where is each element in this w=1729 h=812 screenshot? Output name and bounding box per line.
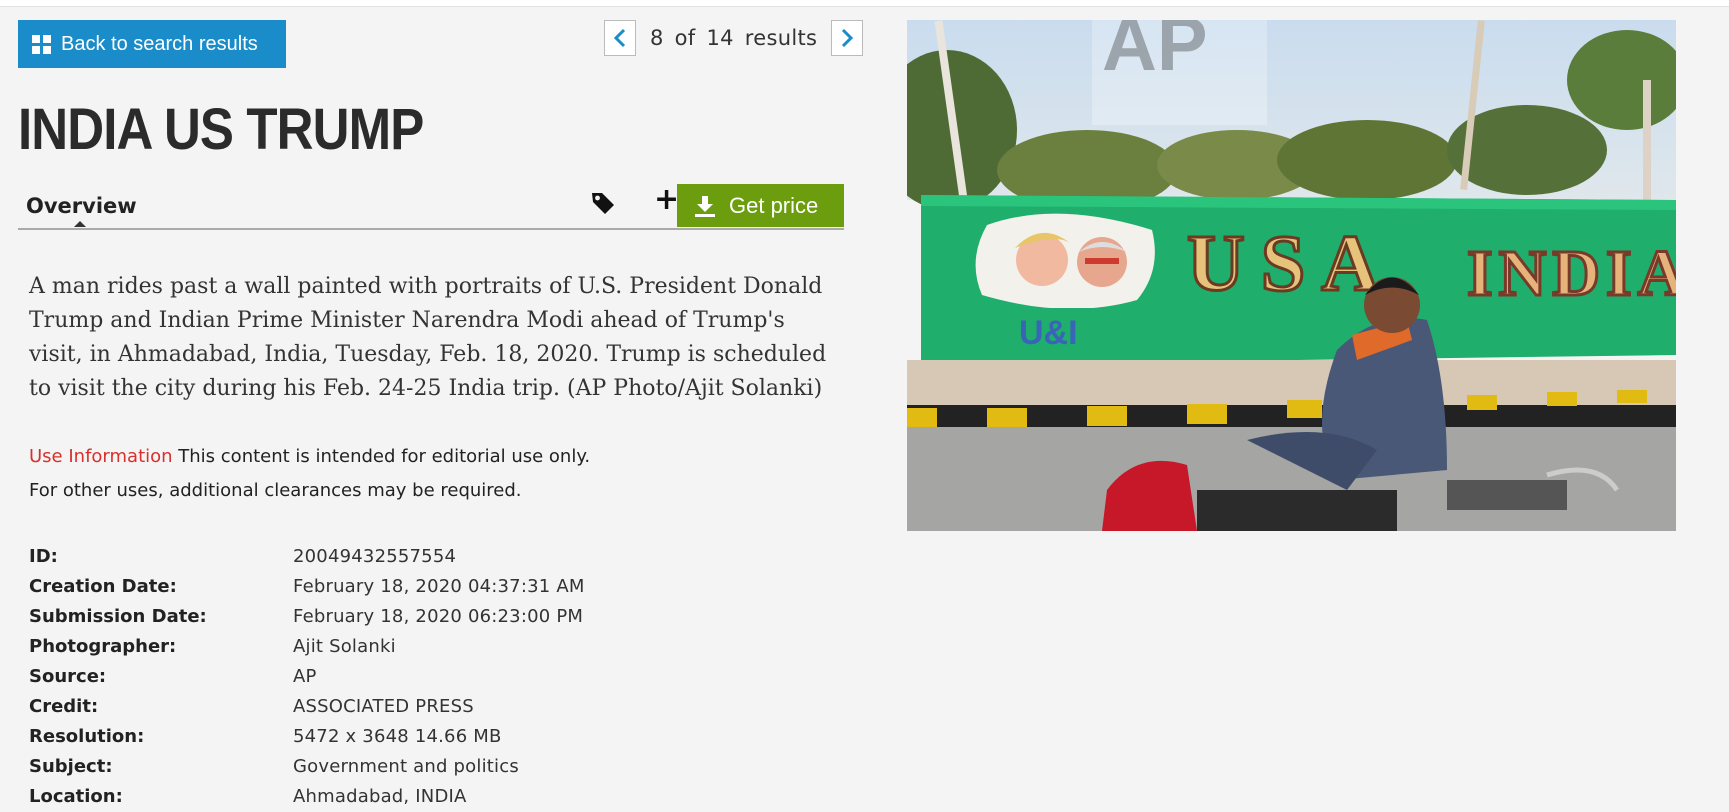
back-to-results-button[interactable]: Back to search results bbox=[18, 20, 286, 68]
metadata-value: Government and politics bbox=[293, 756, 519, 777]
ap-watermark: AP bbox=[1092, 20, 1267, 125]
metadata-key: Photographer: bbox=[29, 636, 177, 657]
metadata-table: ID: 20049432557554 Creation Date: February… bbox=[29, 542, 585, 812]
metadata-value: Ahmadabad, INDIA bbox=[293, 786, 467, 807]
chevron-right-icon bbox=[842, 28, 854, 48]
wall-text-india: INDIA bbox=[1467, 237, 1676, 310]
get-price-button[interactable]: Get price bbox=[677, 184, 844, 227]
tag-icon[interactable] bbox=[590, 190, 616, 216]
metadata-row: Photographer: Ajit Solanki bbox=[29, 632, 585, 662]
metadata-key: Subject: bbox=[29, 756, 113, 777]
metadata-row: Source: AP bbox=[29, 662, 585, 692]
photo-caption: A man rides past a wall painted with por… bbox=[29, 274, 827, 401]
use-information-text: This content is intended for editorial u… bbox=[178, 446, 591, 467]
tabs-bar: Overview + Get price bbox=[18, 184, 844, 230]
metadata-key: Credit: bbox=[29, 696, 99, 717]
metadata-row: ID: 20049432557554 bbox=[29, 542, 585, 572]
metadata-value: Ajit Solanki bbox=[293, 636, 396, 657]
metadata-row: Resolution: 5472 x 3648 14.66 MB bbox=[29, 722, 585, 752]
metadata-value: February 18, 2020 06:23:00 PM bbox=[293, 606, 584, 627]
use-information-label: Use Information bbox=[29, 446, 173, 467]
metadata-row: Subject: Government and politics bbox=[29, 752, 585, 782]
metadata-key: ID: bbox=[29, 546, 58, 567]
metadata-value: AP bbox=[293, 666, 317, 687]
metadata-value: 20049432557554 bbox=[293, 546, 457, 567]
pager-word: results bbox=[744, 26, 818, 50]
u-and-i-badge: U&I bbox=[1017, 308, 1107, 352]
watermark-text: AP bbox=[1102, 20, 1208, 87]
news-photo[interactable]: U&I USA INDIA AP bbox=[907, 20, 1676, 531]
metadata-row: Credit: ASSOCIATED PRESS bbox=[29, 692, 585, 722]
result-pager: 8 of 14 results bbox=[604, 20, 864, 56]
previous-result-button[interactable] bbox=[604, 20, 636, 56]
use-information-note: For other uses, additional clearances ma… bbox=[29, 480, 522, 501]
download-icon bbox=[695, 195, 715, 217]
metadata-row: Location: Ahmadabad, INDIA bbox=[29, 782, 585, 812]
pager-status: 8 of 14 results bbox=[648, 26, 819, 50]
pager-current: 8 bbox=[650, 26, 664, 50]
metadata-key: Source: bbox=[29, 666, 107, 687]
add-to-lightbox-icon[interactable]: + bbox=[654, 185, 679, 215]
use-information: Use Information This content is intended… bbox=[29, 440, 590, 508]
metadata-key: Location: bbox=[29, 786, 123, 807]
metadata-row: Creation Date: February 18, 2020 04:37:31… bbox=[29, 572, 585, 602]
metadata-key: Creation Date: bbox=[29, 576, 177, 597]
grid-icon bbox=[32, 34, 51, 54]
back-button-label: Back to search results bbox=[61, 32, 258, 55]
metadata-row: Submission Date: February 18, 2020 06:23:… bbox=[29, 602, 585, 632]
metadata-value: 5472 x 3648 14.66 MB bbox=[293, 726, 502, 747]
chevron-left-icon bbox=[613, 28, 626, 48]
pager-total: 14 bbox=[706, 26, 734, 50]
active-tab-indicator bbox=[74, 221, 86, 227]
get-price-label: Get price bbox=[729, 192, 819, 218]
pager-of: of bbox=[674, 26, 696, 50]
next-result-button[interactable] bbox=[831, 20, 864, 56]
wall-text-usa: USA bbox=[1187, 220, 1395, 308]
badge-text: U&I bbox=[1019, 314, 1078, 352]
top-border bbox=[0, 0, 1729, 7]
metadata-value: ASSOCIATED PRESS bbox=[293, 696, 474, 717]
metadata-key: Resolution: bbox=[29, 726, 145, 747]
page-title: INDIA US TRUMP bbox=[18, 97, 424, 162]
metadata-value: February 18, 2020 04:37:31 AM bbox=[293, 576, 585, 597]
metadata-key: Submission Date: bbox=[29, 606, 207, 627]
tab-overview[interactable]: Overview bbox=[26, 194, 137, 218]
